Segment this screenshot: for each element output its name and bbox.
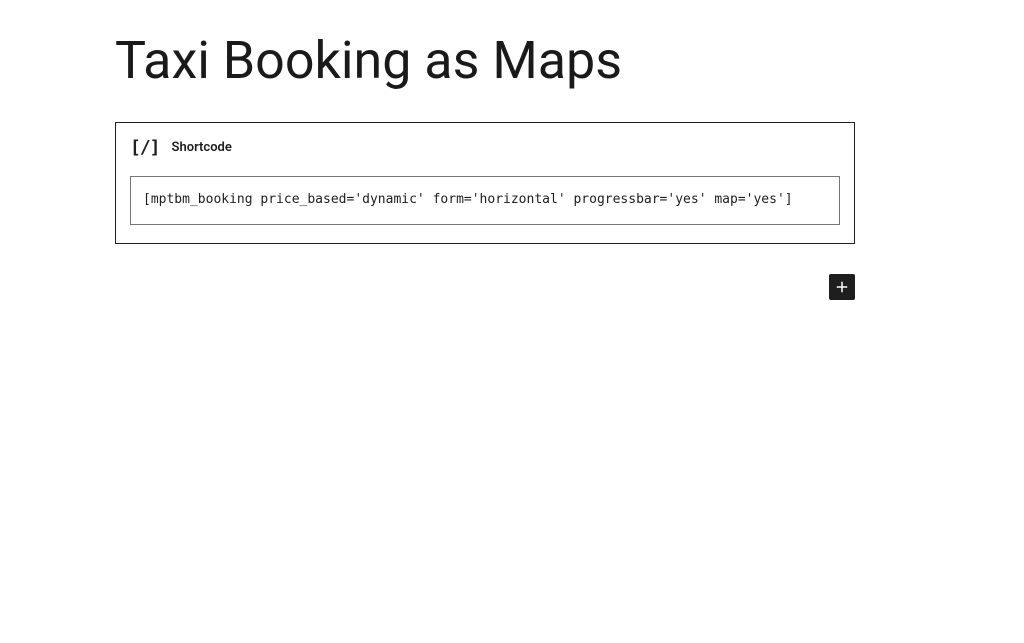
block-label: Shortcode bbox=[172, 140, 232, 155]
add-block-row bbox=[115, 274, 855, 300]
plus-icon bbox=[833, 278, 851, 296]
shortcode-icon: [/] bbox=[130, 137, 160, 158]
add-block-button[interactable] bbox=[829, 274, 855, 300]
block-header: [/] Shortcode bbox=[130, 137, 840, 158]
page-title[interactable]: Taxi Booking as Maps bbox=[115, 30, 855, 92]
shortcode-block[interactable]: [/] Shortcode bbox=[115, 122, 855, 243]
shortcode-input[interactable] bbox=[130, 176, 840, 224]
editor-container: Taxi Booking as Maps [/] Shortcode bbox=[115, 30, 855, 244]
